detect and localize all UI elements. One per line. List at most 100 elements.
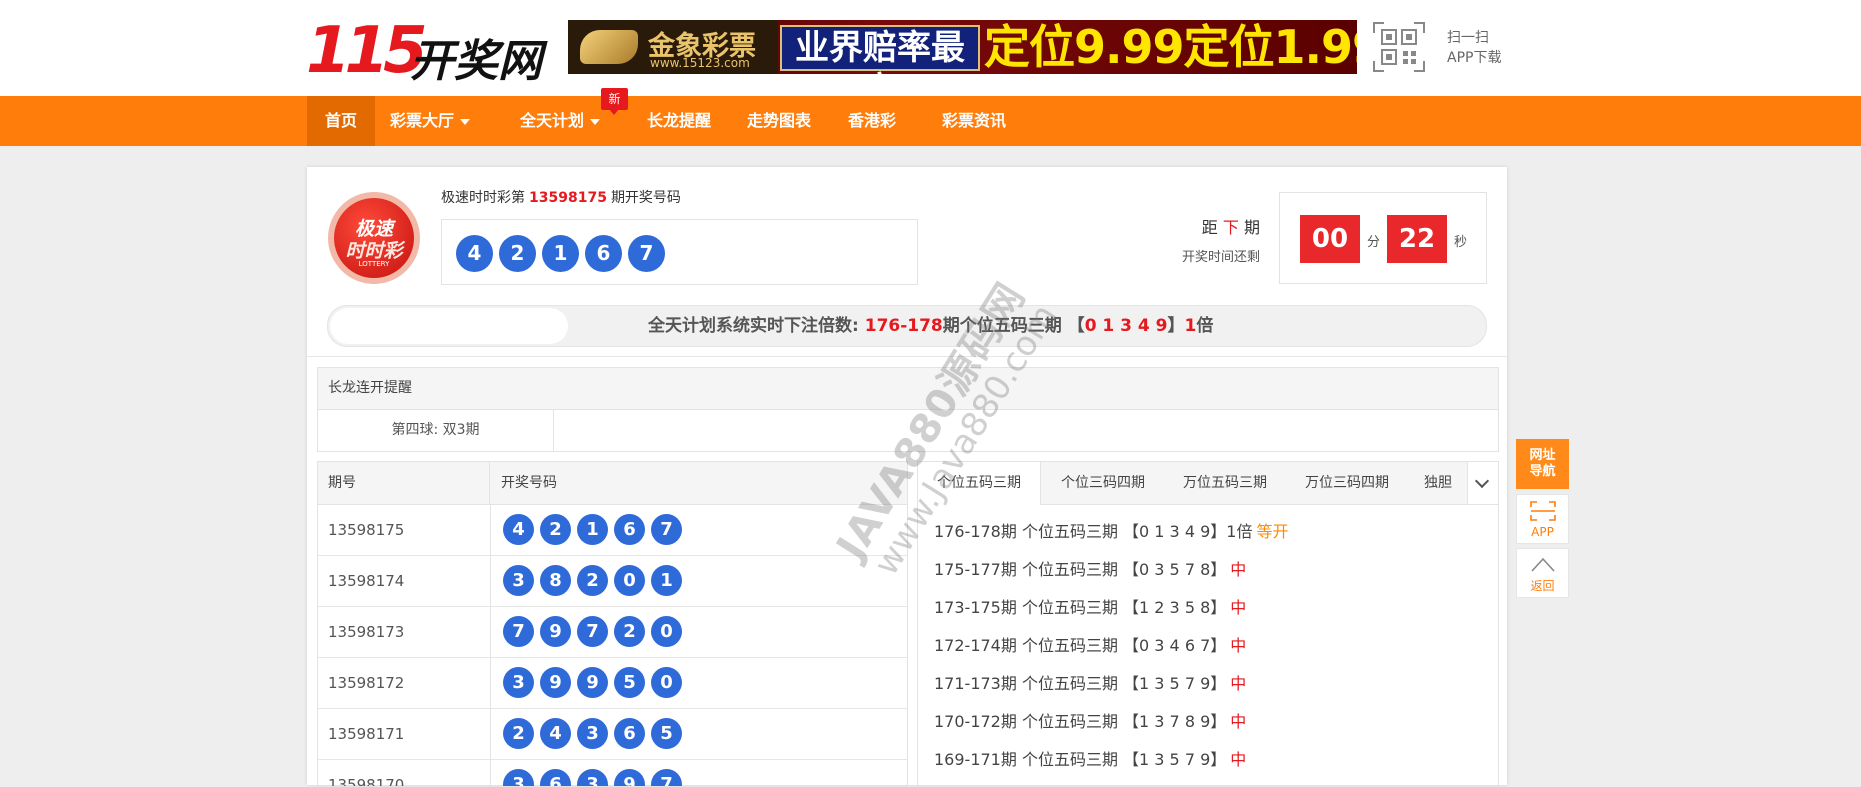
- nav-label: 全天计划: [519, 111, 584, 130]
- plan-row-text: 172-174期 个位五码三期 【0 3 4 6 7】: [934, 636, 1227, 655]
- col-numbers: 开奖号码: [501, 475, 557, 491]
- plan-row-text: 169-171期 个位五码三期 【1 3 5 7 9】: [934, 750, 1227, 769]
- ad-banner[interactable]: 金象彩票 www.15123.com 业界赔率最高 定位9.99定位1.999: [568, 20, 1357, 74]
- site-nav-button[interactable]: 网址 导航: [1516, 439, 1569, 489]
- tab-single[interactable]: 独胆: [1408, 462, 1468, 504]
- draw-ball: 8: [540, 565, 571, 596]
- plan-row: 169-171期 个位五码三期 【1 3 5 7 9】中: [934, 749, 1246, 771]
- countdown-seconds: 22: [1387, 215, 1447, 263]
- table-header: 期号 开奖号码: [318, 462, 907, 505]
- qr-download-text[interactable]: 扫一扫 APP下载: [1447, 28, 1501, 68]
- tab-ones-three-four[interactable]: 个位三码四期: [1042, 462, 1164, 504]
- nav-label: 走势图表: [746, 111, 811, 130]
- app-button[interactable]: APP: [1516, 494, 1569, 544]
- draw-ball: 9: [614, 769, 645, 786]
- countdown-prefix: 距: [1201, 218, 1218, 237]
- plan-row: 175-177期 个位五码三期 【0 3 5 7 8】中: [934, 559, 1246, 581]
- draw-ball: 4: [540, 718, 571, 749]
- countdown-label: 距 下 期: [1145, 214, 1260, 238]
- plan-row: 172-174期 个位五码三期 【0 3 4 6 7】中: [934, 635, 1246, 657]
- lottery-logo: 极速 时时彩 LOTTERY: [328, 192, 420, 284]
- plan-ticker-text: 全天计划系统实时下注倍数: 176-178期个位五码三期 【0 1 3 4 9】…: [648, 306, 1213, 346]
- plan-prefix: 全天计划系统实时下注倍数:: [648, 316, 859, 336]
- tab-tenk-three-four[interactable]: 万位三码四期: [1286, 462, 1408, 504]
- site-logo[interactable]: 115 开奖网: [306, 16, 556, 87]
- draw-ball: 3: [503, 667, 534, 698]
- row-issue: 13598171: [328, 725, 405, 743]
- nav-item-home[interactable]: 首页: [307, 96, 375, 146]
- plan-row-status: 中: [1230, 560, 1247, 579]
- long-dragon-title: 长龙连开提醒: [328, 380, 412, 396]
- row-issue: 13598175: [328, 521, 405, 539]
- plan-multiplier: 1: [1184, 316, 1197, 336]
- table-row: 13598172 39950: [318, 658, 907, 709]
- elephant-icon: [580, 30, 638, 64]
- nav-item-lottery-hall[interactable]: 彩票大厅: [375, 96, 485, 146]
- nav-label: 长龙提醒: [646, 111, 711, 130]
- nav-label: 彩票资讯: [941, 111, 1006, 130]
- caret-down-icon: [590, 118, 600, 125]
- banner-brand: 金象彩票 www.15123.com: [568, 20, 778, 74]
- draw-ball: 3: [503, 565, 534, 596]
- countdown-subtitle: 开奖时间还剩: [1181, 250, 1260, 265]
- draw-ball: 9: [577, 667, 608, 698]
- site-nav-l1: 网址: [1529, 448, 1556, 463]
- plan-codes: 0 1 3 4 9: [1084, 316, 1168, 336]
- table-row: 13598173 79720: [318, 607, 907, 658]
- current-issue-number: 13598175: [529, 190, 607, 206]
- lottery-logo-l3: LOTTERY: [358, 260, 390, 268]
- current-issue-line: 极速时时彩第 13598175 期开奖号码: [441, 188, 681, 208]
- plan-row: 171-173期 个位五码三期 【1 3 5 7 9】中: [934, 673, 1246, 695]
- draw-ball: 3: [503, 769, 534, 786]
- countdown-timer: 00 分 22 秒: [1279, 192, 1487, 284]
- plan-row-text: 176-178期 个位五码三期 【0 1 3 4 9】1倍: [934, 522, 1253, 541]
- logo-name: 开奖网: [410, 36, 542, 87]
- plan-close: 】: [1167, 316, 1185, 336]
- tab-tenk-five-three[interactable]: 万位五码三期: [1164, 462, 1286, 504]
- arrow-up-icon: [1530, 557, 1555, 572]
- draw-ball: 5: [651, 718, 682, 749]
- plan-row-text: 175-177期 个位五码三期 【0 3 5 7 8】: [934, 560, 1227, 579]
- draw-ball: 7: [577, 616, 608, 647]
- table-row: 13598174 38201: [318, 556, 907, 607]
- draw-ball: 2: [614, 616, 645, 647]
- plan-row-status: 中: [1230, 636, 1247, 655]
- current-draw-balls: 42167: [441, 219, 918, 285]
- banner-brand-url: www.15123.com: [650, 56, 750, 70]
- plan-row-status: 等开: [1256, 522, 1289, 541]
- new-badge: 新: [601, 88, 628, 115]
- nav-item-all-day-plan[interactable]: 全天计划: [505, 96, 615, 146]
- plan-ticker[interactable]: 全天计划系统实时下注倍数: 176-178期个位五码三期 【0 1 3 4 9】…: [327, 305, 1487, 347]
- nav-item-long-dragon[interactable]: 长龙提醒: [635, 96, 723, 146]
- nav-item-hk-lottery[interactable]: 香港彩: [836, 96, 908, 146]
- tab-ones-five-three[interactable]: 个位五码三期: [918, 462, 1041, 505]
- chevron-down-icon[interactable]: [1467, 462, 1498, 504]
- plan-middle: 期个位五码三期 【: [942, 316, 1085, 336]
- draw-ball: 4: [456, 235, 493, 272]
- scan-icon: [1529, 501, 1556, 521]
- plan-ticker-track: [330, 308, 568, 344]
- table-row: 13598175 42167: [318, 505, 907, 556]
- draw-ball: 6: [540, 769, 571, 786]
- plan-row-text: 171-173期 个位五码三期 【1 3 5 7 9】: [934, 674, 1227, 693]
- draw-ball: 7: [503, 616, 534, 647]
- nav-item-lottery-news[interactable]: 彩票资讯: [922, 96, 1026, 146]
- draw-ball: 4: [503, 514, 534, 545]
- plan-row: 170-172期 个位五码三期 【1 3 7 8 9】中: [934, 711, 1246, 733]
- draw-ball: 6: [585, 235, 622, 272]
- draw-history-table: 期号 开奖号码 13598175 4 2 1 6 7 13598174 38201 13…: [317, 461, 908, 787]
- back-button[interactable]: 返回: [1516, 548, 1569, 598]
- issue-suffix: 期开奖号码: [610, 190, 681, 206]
- plan-row-text: 173-175期 个位五码三期 【1 2 3 5 8】: [934, 598, 1227, 617]
- row-issue: 13598174: [328, 572, 405, 590]
- plan-panel: 个位五码三期 个位三码四期 万位五码三期 万位三码四期 独胆 176-178期 …: [917, 461, 1499, 787]
- draw-ball: 7: [651, 514, 682, 545]
- nav-item-trend-chart[interactable]: 走势图表: [735, 96, 823, 146]
- row-issue: 13598173: [328, 623, 405, 641]
- table-row: 13598170 36397: [318, 760, 907, 787]
- row-issue: 13598170: [328, 776, 405, 787]
- draw-ball: 6: [614, 718, 645, 749]
- qr-code-icon[interactable]: [1372, 21, 1426, 73]
- draw-ball: 1: [577, 514, 608, 545]
- draw-ball: 3: [577, 769, 608, 786]
